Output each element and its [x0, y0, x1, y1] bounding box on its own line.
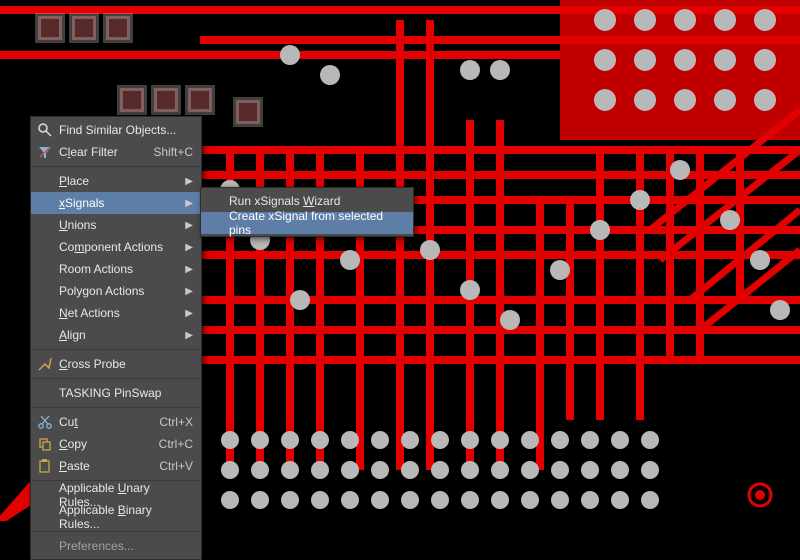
- menu-label: Clear Filter: [59, 145, 118, 159]
- cut-icon: [37, 414, 53, 430]
- menu-label: Room Actions: [59, 262, 133, 276]
- menu-label: Applicable Binary Rules...: [59, 503, 193, 531]
- menu-separator: [32, 407, 200, 408]
- submenu-arrow-icon: ▶: [185, 220, 193, 231]
- menu-label: Find Similar Objects...: [59, 123, 176, 137]
- menu-label: Polygon Actions: [59, 284, 144, 298]
- filter-clear-icon: [37, 144, 53, 160]
- menu-cross-probe[interactable]: Cross Probe: [31, 353, 201, 375]
- menu-label: Copy: [59, 437, 87, 451]
- menu-separator: [32, 378, 200, 379]
- menu-clear-filter[interactable]: Clear Filter Shift+C: [31, 141, 201, 163]
- submenu-xsignals: Run xSignals Wizard Create xSignal from …: [200, 187, 414, 237]
- menu-label: Component Actions: [59, 240, 163, 254]
- menu-cut[interactable]: Cut Ctrl+X: [31, 411, 201, 433]
- context-menu: Find Similar Objects... Clear Filter Shi…: [30, 116, 202, 560]
- menu-unions[interactable]: Unions ▶: [31, 214, 201, 236]
- menu-label: Cross Probe: [59, 357, 126, 371]
- menu-applicable-binary[interactable]: Applicable Binary Rules...: [31, 506, 201, 528]
- menu-align[interactable]: Align ▶: [31, 324, 201, 346]
- submenu-arrow-icon: ▶: [185, 308, 193, 319]
- menu-label: Unions: [59, 218, 96, 232]
- submenu-arrow-icon: ▶: [185, 330, 193, 341]
- menu-component-actions[interactable]: Component Actions ▶: [31, 236, 201, 258]
- menu-label: Preferences...: [59, 539, 134, 553]
- menu-separator: [32, 166, 200, 167]
- menu-shortcut: Ctrl+V: [159, 459, 193, 473]
- menu-paste[interactable]: Paste Ctrl+V: [31, 455, 201, 477]
- menu-label: Net Actions: [59, 306, 120, 320]
- menu-label: TASKING PinSwap: [59, 386, 161, 400]
- menu-tasking-pinswap[interactable]: TASKING PinSwap: [31, 382, 201, 404]
- menu-find-similar[interactable]: Find Similar Objects...: [31, 119, 201, 141]
- submenu-arrow-icon: ▶: [185, 286, 193, 297]
- menu-net-actions[interactable]: Net Actions ▶: [31, 302, 201, 324]
- menu-label: Cut: [59, 415, 78, 429]
- submenu-arrow-icon: ▶: [185, 242, 193, 253]
- menu-shortcut: Ctrl+C: [159, 437, 193, 451]
- menu-separator: [32, 531, 200, 532]
- paste-icon: [37, 458, 53, 474]
- menu-label: Place: [59, 174, 89, 188]
- submenu-arrow-icon: ▶: [185, 176, 193, 187]
- menu-room-actions[interactable]: Room Actions ▶: [31, 258, 201, 280]
- menu-separator: [32, 349, 200, 350]
- menu-xsignals[interactable]: xSignals ▶: [31, 192, 201, 214]
- menu-copy[interactable]: Copy Ctrl+C: [31, 433, 201, 455]
- submenu-create-from-pins[interactable]: Create xSignal from selected pins: [201, 212, 413, 234]
- menu-polygon-actions[interactable]: Polygon Actions ▶: [31, 280, 201, 302]
- submenu-arrow-icon: ▶: [185, 198, 193, 209]
- submenu-arrow-icon: ▶: [185, 264, 193, 275]
- menu-label: Paste: [59, 459, 90, 473]
- menu-preferences[interactable]: Preferences...: [31, 535, 201, 557]
- menu-place[interactable]: Place ▶: [31, 170, 201, 192]
- search-icon: [37, 122, 53, 138]
- menu-label: Run xSignals Wizard: [229, 194, 340, 208]
- menu-label: xSignals: [59, 196, 104, 210]
- menu-shortcut: Ctrl+X: [159, 415, 193, 429]
- cross-probe-icon: [37, 356, 53, 372]
- menu-shortcut: Shift+C: [153, 145, 193, 159]
- menu-label: Create xSignal from selected pins: [229, 209, 405, 237]
- copy-icon: [37, 436, 53, 452]
- menu-label: Align: [59, 328, 86, 342]
